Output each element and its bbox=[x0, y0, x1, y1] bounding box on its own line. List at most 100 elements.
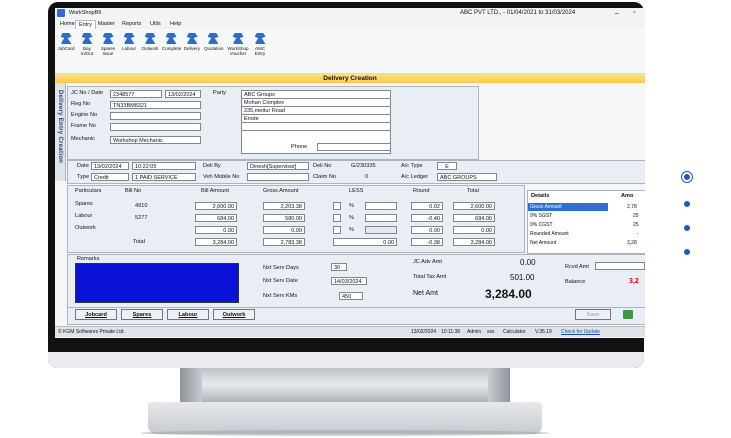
outwork-less-checkbox[interactable] bbox=[333, 226, 341, 234]
labour-gross-amount[interactable]: 580.00 bbox=[263, 214, 305, 222]
restore-icon[interactable]: ▫ bbox=[633, 9, 635, 16]
col-particulars: Particulars bbox=[75, 188, 102, 194]
spares-less-checkbox[interactable] bbox=[333, 202, 341, 210]
outwork-less-field[interactable] bbox=[365, 226, 397, 234]
calculator-link[interactable]: Calculator bbox=[503, 327, 526, 337]
complete-icon bbox=[165, 33, 177, 44]
rcvd-amt-field[interactable] bbox=[595, 262, 645, 270]
remarks-label: Remarks bbox=[77, 256, 100, 262]
frame-field[interactable] bbox=[110, 123, 201, 131]
print-icon[interactable] bbox=[623, 310, 633, 319]
total-tax-value: 501.00 bbox=[510, 273, 535, 282]
outwork-icon bbox=[144, 33, 156, 44]
jobcard-button[interactable]: Jobcard bbox=[75, 309, 117, 320]
details-row-value: 3,28 bbox=[627, 240, 637, 246]
ac-ledger-field[interactable]: ABC GROUPS bbox=[437, 173, 497, 181]
window-title: Delivery Creation bbox=[55, 74, 645, 83]
details-amount-header: Amo bbox=[621, 193, 634, 199]
remarks-textarea[interactable] bbox=[75, 263, 239, 303]
spares-button[interactable]: Spares bbox=[121, 309, 163, 320]
claim-label: Claim No bbox=[313, 174, 337, 180]
labour-bill-amount[interactable]: 684.00 bbox=[195, 214, 237, 222]
ribbon-amc-button[interactable]: AMC Entry bbox=[251, 33, 269, 56]
ribbon-bay-button[interactable]: Bay In/Out bbox=[78, 33, 96, 56]
total-tax-label: Total Tax Amt bbox=[413, 274, 447, 280]
ribbon-outwork-button[interactable]: Outwork bbox=[141, 33, 159, 51]
spares-gross-amount[interactable]: 2,203.38 bbox=[263, 202, 305, 210]
outwork-button[interactable]: Outwork bbox=[213, 309, 255, 320]
party-line: Erode bbox=[242, 115, 390, 123]
details-row-value: 25 bbox=[633, 213, 639, 219]
spares-bill-amount[interactable]: 2,600.00 bbox=[195, 202, 237, 210]
deli-by-label: Deli By bbox=[203, 163, 221, 169]
carousel-dot-4[interactable] bbox=[684, 249, 690, 255]
spares-round[interactable]: 0.02 bbox=[411, 202, 443, 210]
time-field[interactable]: 10:22:05 bbox=[132, 162, 196, 170]
ac-type-field[interactable]: E bbox=[437, 162, 457, 170]
outwork-round[interactable]: 0.00 bbox=[411, 226, 443, 234]
labour-total[interactable]: 684.00 bbox=[453, 214, 495, 222]
engine-label: Engine No bbox=[71, 112, 98, 118]
monitor-stand-right bbox=[488, 368, 510, 404]
monitor-stand-neck bbox=[180, 368, 510, 404]
ribbon-voucher-button[interactable]: WorkShop Voucher bbox=[227, 33, 249, 56]
total-less[interactable]: 0.00 bbox=[333, 238, 397, 246]
menu-utils[interactable]: Utils bbox=[147, 20, 164, 29]
labour-pct: % bbox=[349, 215, 354, 221]
type-field[interactable]: Credit bbox=[91, 173, 129, 181]
outwork-total[interactable]: 0.00 bbox=[453, 226, 495, 234]
rcvd-amt-label: Rcvd Amt bbox=[565, 264, 589, 270]
party-label: Party bbox=[213, 90, 227, 96]
jc-adv-value: 0.00 bbox=[520, 258, 536, 267]
labour-round[interactable]: -0.40 bbox=[411, 214, 443, 222]
reg-field[interactable]: TN33BM8321 bbox=[110, 101, 201, 109]
labour-less-field[interactable] bbox=[365, 214, 397, 222]
nxt-date-field[interactable]: 14/03/2024 bbox=[331, 277, 367, 285]
col-gross-amount: Gross Amount bbox=[263, 188, 299, 194]
spares-total[interactable]: 2,600.00 bbox=[453, 202, 495, 210]
mechanic-label: Mechanic bbox=[71, 136, 95, 142]
total-bill-amount[interactable]: 3,284.00 bbox=[195, 238, 237, 246]
status-bar: © KGM Softwares Private Ltd. 13/02/2024 … bbox=[55, 326, 645, 337]
labour-button[interactable]: Labour bbox=[167, 309, 209, 320]
ribbon-spares-button[interactable]: Spares Issue bbox=[99, 33, 117, 56]
veh-mobile-label: Veh Mobile No bbox=[203, 174, 240, 180]
deli-by-field[interactable]: Dinesh[Supervisor] bbox=[247, 162, 309, 170]
app-screen: WorkShopB9 ABC PVT LTD., - 01/04/2021 to… bbox=[55, 8, 645, 338]
total-round[interactable]: -0.38 bbox=[411, 238, 443, 246]
app-title: WorkShopB9 bbox=[69, 10, 102, 16]
engine-field[interactable] bbox=[110, 112, 201, 120]
date-field[interactable]: 13/02/2024 bbox=[91, 162, 129, 170]
phone-field[interactable] bbox=[317, 143, 391, 151]
jc-no-field[interactable]: 2348577 bbox=[110, 90, 162, 98]
ribbon-jobcard-button[interactable]: JobCard bbox=[57, 33, 75, 51]
labour-less-checkbox[interactable] bbox=[333, 214, 341, 222]
menu-reports[interactable]: Reports bbox=[119, 20, 144, 29]
nxt-days-field[interactable]: 30 bbox=[331, 263, 347, 271]
total-total[interactable]: 3,284.00 bbox=[453, 238, 495, 246]
save-button[interactable]: Save bbox=[575, 309, 611, 320]
carousel-dot-active[interactable] bbox=[681, 171, 693, 183]
ribbon-quotation-button[interactable]: Quotation bbox=[204, 33, 224, 51]
spares-less-field[interactable] bbox=[365, 202, 397, 210]
veh-mobile-field[interactable] bbox=[247, 173, 309, 181]
ribbon-complete-button[interactable]: Complete bbox=[162, 33, 181, 51]
nxt-kms-field[interactable]: 450 bbox=[339, 292, 363, 300]
jc-date-field[interactable]: 13/02/2024 bbox=[165, 90, 201, 98]
party-line: Mohan Complex bbox=[242, 99, 390, 107]
ribbon-labour-button[interactable]: Labour bbox=[120, 33, 138, 51]
mechanic-field[interactable]: Workshop Mechanic bbox=[110, 136, 201, 144]
minimize-icon[interactable]: – bbox=[615, 10, 619, 17]
check-update-link[interactable]: Check for Update bbox=[561, 327, 600, 337]
outwork-bill-amount[interactable]: 0.00 bbox=[195, 226, 237, 234]
total-gross-amount[interactable]: 2,783.38 bbox=[263, 238, 305, 246]
status-db: sss bbox=[487, 329, 495, 335]
outwork-gross-amount[interactable]: 0.00 bbox=[263, 226, 305, 234]
menu-help[interactable]: Help bbox=[167, 20, 184, 29]
service-type-field[interactable]: 1 PAID SERVICE bbox=[132, 173, 196, 181]
menu-master[interactable]: Master bbox=[95, 20, 118, 29]
carousel-dot-3[interactable] bbox=[684, 225, 690, 231]
stand-shadow bbox=[140, 430, 550, 436]
ribbon-delivery-button[interactable]: Delivery bbox=[183, 33, 201, 51]
carousel-dot-2[interactable] bbox=[684, 201, 690, 207]
